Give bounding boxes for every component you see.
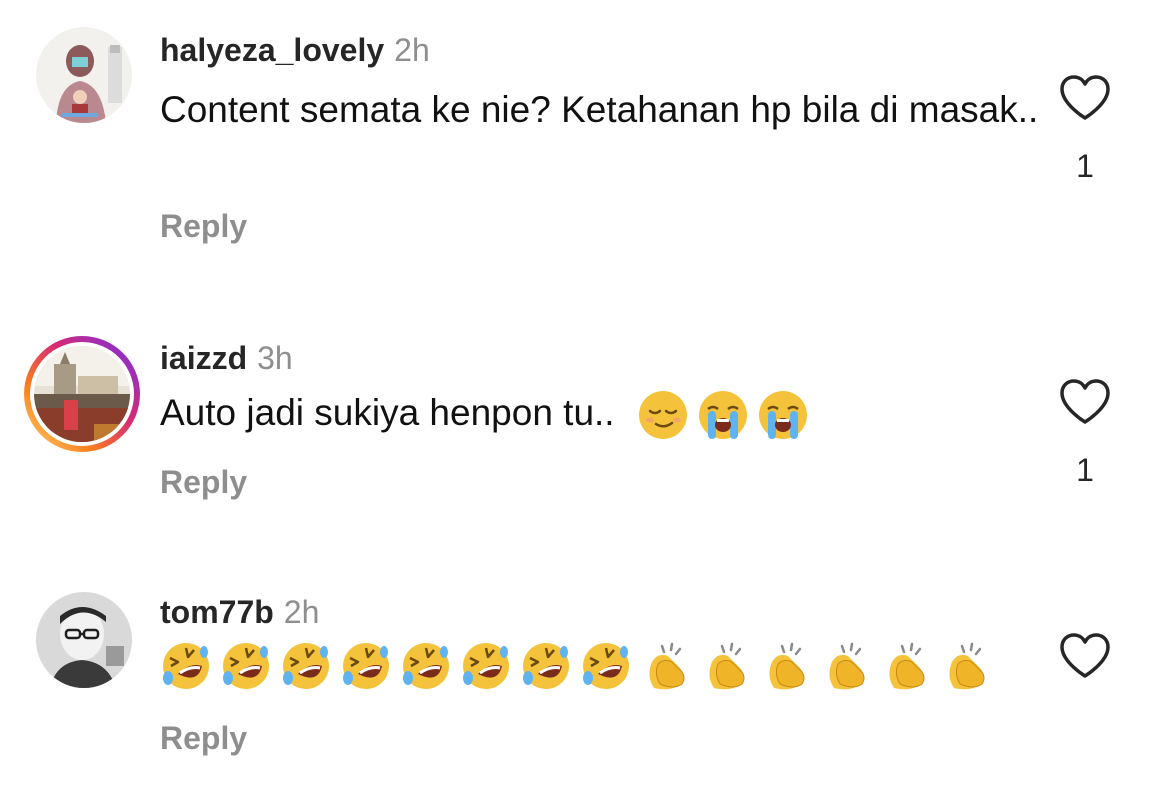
clapping-hands-emoji bbox=[889, 642, 925, 690]
comment-meta: tom77b 2h bbox=[160, 592, 319, 632]
timestamp: 2h bbox=[283, 594, 320, 630]
clapping-hands-emoji bbox=[829, 642, 865, 690]
comment-halyeza-lovely: halyeza_lovely 2h Content semata ke nie? … bbox=[0, 0, 1169, 280]
heart-outline-icon bbox=[1060, 633, 1110, 678]
reply-button[interactable]: Reply bbox=[160, 464, 247, 501]
username[interactable]: tom77b bbox=[160, 594, 274, 630]
reply-button[interactable]: Reply bbox=[160, 208, 247, 245]
clapping-hands-emoji bbox=[709, 642, 745, 690]
loudly-crying-face-emoji bbox=[698, 391, 747, 440]
comment-meta: iaizzd 3h bbox=[160, 338, 293, 378]
timestamp: 3h bbox=[257, 340, 293, 376]
username[interactable]: halyeza_lovely bbox=[160, 32, 384, 68]
rolling-laughing-emoji bbox=[223, 643, 269, 689]
comment-iaizzd: iaizzd 3h Auto jadi sukiya henpon tu.. R… bbox=[0, 280, 1169, 540]
relieved-face-emoji bbox=[638, 391, 687, 440]
rolling-laughing-emoji bbox=[403, 643, 449, 689]
comment-text-row: Auto jadi sukiya henpon tu.. bbox=[160, 388, 1040, 441]
rolling-laughing-emoji bbox=[583, 643, 629, 689]
reply-button[interactable]: Reply bbox=[160, 720, 247, 757]
rolling-laughing-emoji bbox=[463, 643, 509, 689]
heart-outline-icon bbox=[1060, 75, 1110, 120]
loudly-crying-face-emoji bbox=[758, 391, 807, 440]
story-ring[interactable] bbox=[24, 336, 140, 452]
like-count: 1 bbox=[1076, 148, 1094, 184]
clapping-hands-emoji bbox=[649, 642, 685, 690]
comment-tom77b: tom77b 2h Reply bbox=[0, 540, 1169, 808]
like-button[interactable] bbox=[1058, 74, 1112, 122]
clapping-hands-emoji bbox=[949, 642, 985, 690]
rolling-laughing-emoji bbox=[523, 643, 569, 689]
comment-meta: halyeza_lovely 2h bbox=[160, 30, 430, 70]
like-button[interactable] bbox=[1058, 632, 1112, 680]
heart-outline-icon bbox=[1060, 379, 1110, 424]
avatar bbox=[34, 346, 130, 442]
rolling-laughing-emoji bbox=[163, 643, 209, 689]
rolling-laughing-emoji bbox=[283, 643, 329, 689]
username[interactable]: iaizzd bbox=[160, 340, 247, 376]
like-button[interactable] bbox=[1058, 378, 1112, 426]
avatar[interactable] bbox=[36, 27, 132, 123]
avatar[interactable] bbox=[36, 592, 132, 688]
rolling-laughing-emoji bbox=[343, 643, 389, 689]
timestamp: 2h bbox=[394, 32, 430, 68]
clapping-hands-emoji bbox=[769, 642, 805, 690]
like-count: 1 bbox=[1076, 452, 1094, 488]
comment-emoji-text bbox=[160, 640, 1000, 700]
comment-text: Content semata ke nie? Ketahanan hp bila… bbox=[160, 89, 1039, 130]
comment-text: Auto jadi sukiya henpon tu.. bbox=[160, 392, 615, 433]
